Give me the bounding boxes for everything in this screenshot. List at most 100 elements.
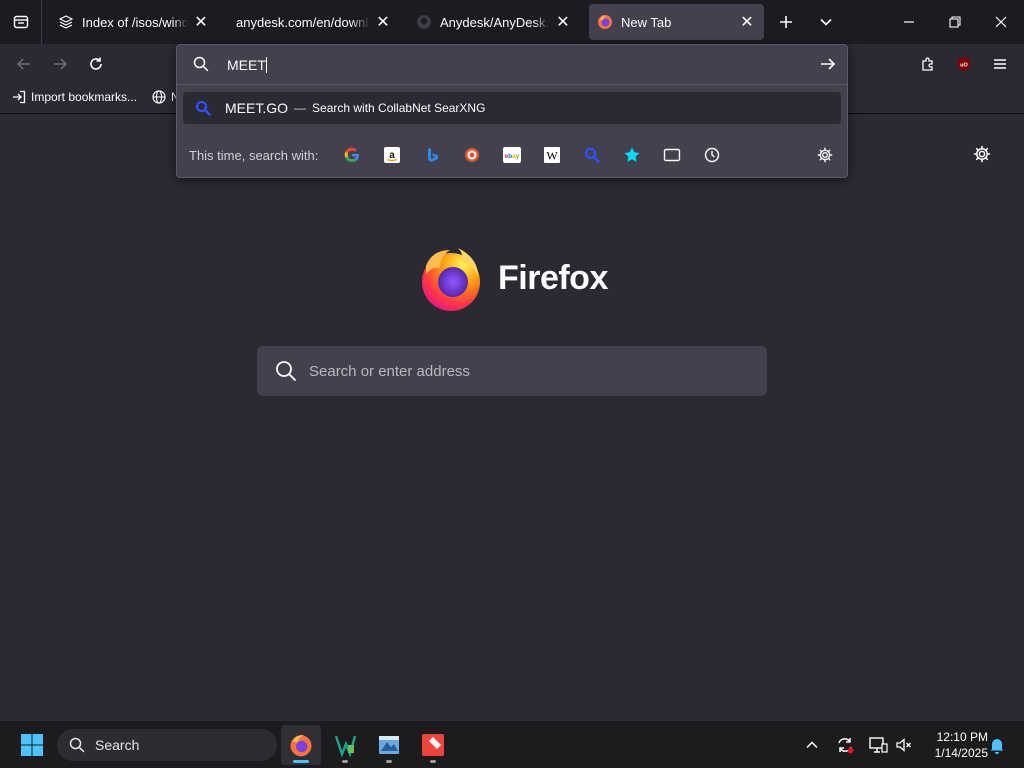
urlbar-input-row[interactable]: MEET <box>177 45 847 85</box>
reload-button[interactable] <box>80 48 112 80</box>
notifications-button[interactable] <box>985 733 1009 757</box>
arrow-right-icon <box>821 58 836 70</box>
import-icon <box>13 90 26 104</box>
back-button[interactable] <box>8 48 40 80</box>
search-icon <box>69 737 85 753</box>
chevron-up-icon <box>806 741 818 749</box>
search-bookmarks-button[interactable] <box>618 142 646 168</box>
suggestion-action: Search with CollabNet SearXNG <box>312 101 486 115</box>
chevron-down-icon <box>820 18 832 26</box>
close-tab-icon[interactable]: ✕ <box>554 13 572 31</box>
bookmark-label: Import bookmarks... <box>31 90 138 104</box>
new-tab-button[interactable] <box>768 4 804 40</box>
searxng-icon <box>195 100 211 116</box>
bing-icon <box>428 148 439 162</box>
close-tab-icon[interactable]: ✕ <box>374 13 392 31</box>
urlbar-input[interactable]: MEET <box>227 57 267 73</box>
ublock-origin-icon: uO <box>958 57 970 71</box>
github-icon <box>416 14 432 30</box>
engine-google[interactable] <box>338 142 366 168</box>
restore-button[interactable] <box>932 0 978 44</box>
tab-title: Anydesk/AnyDesk.exe <box>440 14 550 30</box>
start-button[interactable] <box>12 725 52 765</box>
firefox-view-icon <box>13 15 28 29</box>
show-hidden-icons-button[interactable] <box>800 733 824 757</box>
plus-icon <box>780 16 792 28</box>
gear-icon <box>817 147 833 163</box>
search-settings-button[interactable] <box>811 142 839 168</box>
anydesk-icon <box>422 734 444 756</box>
urlbar-popup: MEET MEET.GO — Search with CollabNet Sea… <box>176 44 848 178</box>
taskbar-clock[interactable]: 12:10 PM 1/14/2025 <box>918 729 988 761</box>
wikipedia-icon: W <box>544 147 561 163</box>
tab-index-isos[interactable]: Index of /isos/windows ✕ <box>50 4 218 40</box>
file-manager-icon <box>379 736 399 754</box>
running-indicator <box>386 760 392 763</box>
tabs-icon <box>664 148 681 162</box>
tab-anydesk-downloads[interactable]: anydesk.com/en/downloads ✕ <box>228 4 400 40</box>
star-icon <box>624 147 640 162</box>
engine-duckduckgo[interactable] <box>458 142 486 168</box>
tray-sync-app[interactable] <box>833 733 857 757</box>
close-window-button[interactable] <box>978 0 1024 44</box>
close-tab-icon[interactable]: ✕ <box>192 13 210 31</box>
engine-amazon[interactable]: a <box>378 142 406 168</box>
taskbar-app-explorer[interactable] <box>369 725 409 765</box>
svg-text:ebay: ebay <box>505 153 520 160</box>
directory-icon <box>58 14 74 30</box>
engine-searxng[interactable] <box>578 142 606 168</box>
firefox-brand: Firefox <box>418 244 608 312</box>
searxng-icon <box>585 147 601 163</box>
go-button[interactable] <box>819 55 837 78</box>
tab-anydesk-github[interactable]: Anydesk/AnyDesk.exe ✕ <box>408 4 580 40</box>
urlbar-suggestion[interactable]: MEET.GO — Search with CollabNet SearXNG <box>183 92 841 124</box>
duckduckgo-icon <box>465 148 480 162</box>
minimize-button[interactable] <box>886 0 932 44</box>
close-tab-icon[interactable]: ✕ <box>738 13 756 31</box>
forward-button[interactable] <box>44 48 76 80</box>
newtab-search-input[interactable] <box>309 362 729 380</box>
tab-strip: Index of /isos/windows ✕ anydesk.com/en/… <box>0 0 1024 44</box>
tab-title: anydesk.com/en/downloads <box>236 14 370 30</box>
clock-date: 1/14/2025 <box>934 746 988 760</box>
search-history-button[interactable] <box>698 142 726 168</box>
text-caret <box>265 57 267 73</box>
close-icon <box>995 16 1007 28</box>
taskbar-search[interactable]: Search <box>57 729 277 761</box>
newtab-search-box[interactable] <box>257 346 767 396</box>
engine-bing[interactable] <box>418 142 446 168</box>
extensions-button[interactable] <box>912 48 944 80</box>
tab-new-tab[interactable]: New Tab ✕ <box>589 4 764 40</box>
tray-network[interactable] <box>866 733 890 757</box>
search-tabs-button[interactable] <box>658 142 686 168</box>
tab-title: New Tab <box>621 14 672 30</box>
history-icon <box>705 147 720 163</box>
ebay-icon: ebay <box>503 147 522 163</box>
svg-text:uO: uO <box>960 63 968 69</box>
firefox-logo-icon <box>422 248 480 311</box>
taskbar-app-firefox[interactable] <box>281 725 321 765</box>
app-menu-button[interactable] <box>984 48 1016 80</box>
taskbar-app-notepadpp[interactable] <box>325 725 365 765</box>
running-indicator <box>342 760 348 763</box>
engine-wikipedia[interactable]: W <box>538 142 566 168</box>
clock-time: 12:10 PM <box>936 730 988 744</box>
puzzle-icon <box>922 57 933 71</box>
svg-text:W: W <box>547 149 559 163</box>
tray-volume[interactable] <box>892 733 916 757</box>
taskbar-app-anydesk[interactable] <box>413 725 453 765</box>
newtab-settings-button[interactable] <box>966 138 998 170</box>
bookmark-import[interactable]: Import bookmarks... <box>12 90 137 104</box>
list-all-tabs-button[interactable] <box>808 4 844 40</box>
windows-taskbar: Search 12:10 PM 1/14/2025 <box>0 720 1024 768</box>
taskbar-search-label: Search <box>95 737 140 753</box>
ublock-origin-button[interactable]: uO <box>948 48 980 80</box>
network-icon <box>869 737 888 753</box>
engine-ebay[interactable]: ebay <box>498 142 526 168</box>
firefox-view-button[interactable] <box>0 0 42 44</box>
search-icon <box>276 361 296 381</box>
restore-icon <box>949 16 961 28</box>
search-icon <box>193 56 209 77</box>
sync-icon <box>838 738 854 754</box>
globe-icon <box>152 90 166 104</box>
